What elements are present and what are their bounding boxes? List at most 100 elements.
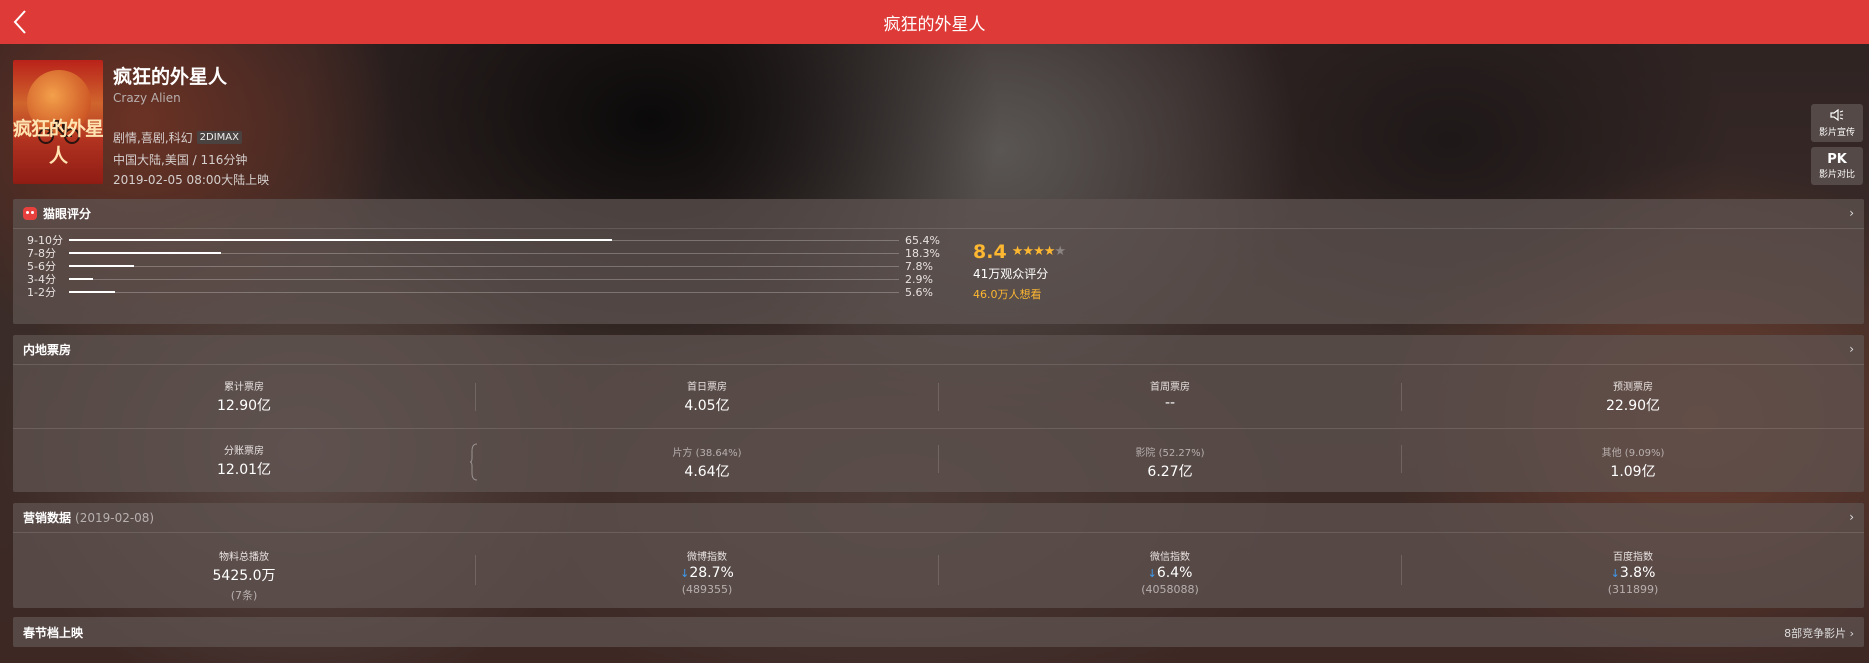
stat-label: 其他 (9.09%): [1601, 448, 1665, 459]
back-chevron-icon[interactable]: [6, 8, 34, 36]
stat-value: ↓6.4%: [939, 565, 1401, 581]
star-icon: ★: [1054, 244, 1066, 259]
stat-label: 片方 (38.64%): [672, 448, 742, 459]
competitor-link-label: 8部竞争影片: [1784, 627, 1847, 640]
arrow-down-icon: ↓: [1147, 567, 1157, 580]
stat-label: 分账票房: [224, 446, 264, 457]
rating-panel: 猫眼评分 › 9-10分 65.4% 7-8分 18.3% 5-6分 7.8% 3-4分 2.…: [13, 199, 1864, 324]
stat-weibo-index: 微博指数 ↓28.7% (489355): [476, 548, 938, 596]
rating-header[interactable]: 猫眼评分 ›: [13, 199, 1864, 229]
stat-label: 首日票房: [687, 382, 727, 393]
stat-label: 物料总播放: [219, 552, 269, 563]
chevron-right-icon[interactable]: ›: [1849, 206, 1854, 220]
stat-number: 28.7%: [689, 565, 734, 581]
boxoffice-header[interactable]: 内地票房 ›: [13, 335, 1864, 365]
stat-number: 3.8%: [1619, 565, 1656, 581]
rating-bar-percent: 7.8%: [905, 259, 933, 273]
stat-sub: (311899): [1607, 583, 1659, 596]
rating-bar-track: [69, 238, 899, 241]
star-icon: ★: [1033, 244, 1045, 259]
stat-forecast: 预测票房 22.90亿: [1402, 378, 1864, 415]
festival-header[interactable]: 春节档上映 8部竞争影片 ›: [13, 617, 1864, 647]
pk-icon: PK: [1827, 151, 1847, 167]
stat-sub: (4058088): [1141, 583, 1199, 596]
rating-bar-percent: 5.6%: [905, 285, 933, 299]
stat-wechat-index: 微信指数 ↓6.4% (4058088): [939, 548, 1401, 596]
stat-label: 微博指数: [687, 552, 727, 563]
rating-bar-track: [69, 264, 899, 267]
stat-label: 影院 (52.27%): [1135, 448, 1205, 459]
marketing-date: (2019-02-08): [75, 510, 155, 525]
stat-value: 5425.0万: [13, 565, 475, 585]
stat-other-share: 其他 (9.09%) 1.09亿: [1402, 444, 1864, 481]
movie-title: 疯狂的外星人: [113, 66, 228, 88]
stat-label: 首周票房: [1150, 382, 1190, 393]
movie-english-name: Crazy Alien: [113, 91, 181, 105]
festival-panel[interactable]: 春节档上映 8部竞争影片 ›: [13, 617, 1864, 647]
marketing-panel: 营销数据 (2019-02-08) › 物料总播放 5425.0万 (7条) 微…: [13, 503, 1864, 608]
rating-bar-track: [69, 251, 899, 254]
stat-baidu-index: 百度指数 ↓3.8% (311899): [1402, 548, 1864, 596]
top-navbar: 疯狂的外星人: [0, 0, 1869, 44]
movie-header: 疯狂的外星人 疯狂的外星人 Crazy Alien 剧情,喜剧,科幻 2DIMA…: [13, 60, 1843, 190]
stat-value: 4.05亿: [684, 398, 730, 414]
stat-total-boxoffice: 累计票房 12.90亿: [13, 378, 475, 415]
stat-split-boxoffice: 分账票房 12.01亿: [13, 442, 475, 479]
stat-sub: (7条): [230, 589, 258, 602]
rating-title: 猫眼评分: [43, 207, 92, 221]
rating-bar-fill: [69, 277, 94, 280]
rating-bar-fill: [69, 290, 116, 293]
stat-first-week: 首周票房 --: [939, 378, 1401, 411]
rating-bar-row: 3-4分 2.9%: [27, 272, 933, 287]
movie-release-date: 2019-02-05 08:00大陆上映: [113, 173, 270, 187]
marketing-title: 营销数据: [23, 511, 72, 525]
megaphone-icon: [1830, 108, 1844, 125]
divider: [13, 428, 1864, 429]
star-icon: ★: [1022, 244, 1034, 259]
rating-bar-fill: [69, 264, 134, 267]
movie-region-duration: 中国大陆,美国 / 116分钟: [113, 153, 248, 167]
star-rating: ★★★★★: [1012, 244, 1066, 259]
arrow-down-icon: ↓: [1610, 567, 1620, 580]
festival-title: 春节档上映: [23, 625, 84, 640]
stat-value: 4.64亿: [684, 464, 730, 480]
rating-bar-row: 1-2分 5.6%: [27, 285, 933, 300]
rating-bar-percent: 18.3%: [905, 246, 940, 260]
stat-label: 预测票房: [1613, 382, 1653, 393]
stat-cinema-share: 影院 (52.27%) 6.27亿: [939, 444, 1401, 481]
movie-info: 疯狂的外星人 Crazy Alien 剧情,喜剧,科幻 2DIMAX 中国大陆,…: [113, 60, 269, 188]
promo-button-label: 影片宣传: [1818, 127, 1855, 138]
compare-button[interactable]: PK 影片对比: [1811, 147, 1863, 185]
stat-first-day: 首日票房 4.05亿: [476, 378, 938, 415]
format-tag: 2DIMAX: [196, 131, 242, 144]
arrow-down-icon: ↓: [680, 567, 690, 580]
rating-bar-track: [69, 290, 899, 293]
stat-value: ↓3.8%: [1402, 565, 1864, 581]
page-title: 疯狂的外星人: [883, 14, 986, 35]
poster-title-text: 疯狂的外星人: [13, 118, 103, 167]
stat-producer-share: 片方 (38.64%) 4.64亿: [476, 444, 938, 481]
chevron-right-icon[interactable]: ›: [1849, 342, 1854, 356]
movie-genres: 剧情,喜剧,科幻 2DIMAX: [113, 129, 269, 146]
want-count: 46.0万人想看: [973, 288, 1042, 301]
stat-value: 1.09亿: [1610, 464, 1656, 480]
stat-value: 22.90亿: [1605, 398, 1661, 414]
score-block: 8.4 ★★★★★ 41万观众评分 46.0万人想看: [973, 241, 1066, 302]
maoyan-cat-icon: [23, 207, 37, 220]
rating-count: 41万观众评分: [973, 267, 1049, 281]
stat-material-plays: 物料总播放 5425.0万 (7条): [13, 548, 475, 603]
stat-label: 微信指数: [1150, 552, 1190, 563]
marketing-header[interactable]: 营销数据 (2019-02-08) ›: [13, 503, 1864, 533]
competitor-link[interactable]: 8部竞争影片 ›: [1784, 625, 1854, 641]
stat-number: 6.4%: [1156, 565, 1193, 581]
promo-button[interactable]: 影片宣传: [1811, 104, 1863, 142]
movie-poster[interactable]: 疯狂的外星人: [13, 60, 103, 184]
rating-bar-percent: 2.9%: [905, 272, 933, 286]
chevron-right-icon[interactable]: ›: [1849, 510, 1854, 524]
compare-button-label: 影片对比: [1818, 169, 1855, 180]
stat-number: 5425.0万: [212, 568, 276, 584]
rating-bar-row: 7-8分 18.3%: [27, 246, 940, 261]
stat-sub: (489355): [681, 583, 733, 596]
stat-value: --: [1164, 395, 1176, 411]
rating-bar-label: 1-2分: [27, 286, 56, 299]
